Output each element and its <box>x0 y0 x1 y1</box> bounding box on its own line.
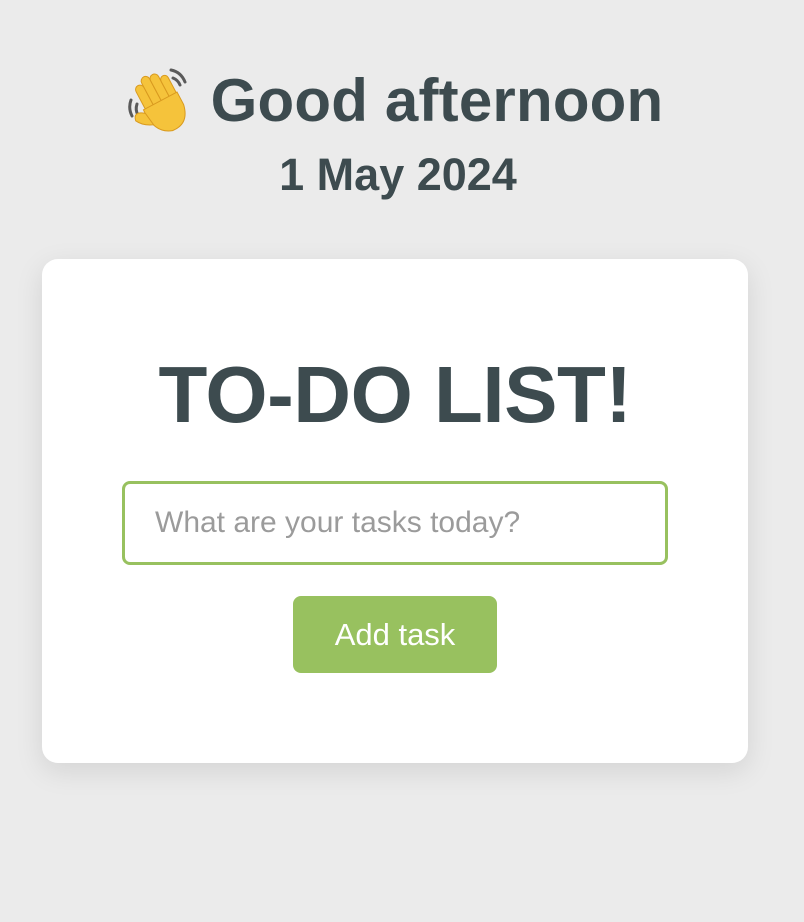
task-input[interactable] <box>122 481 668 565</box>
todo-card: TO-DO LIST! Add task <box>42 259 748 763</box>
greeting-line: Good afternoon <box>125 66 664 136</box>
current-date: 1 May 2024 <box>279 149 517 200</box>
add-task-button[interactable]: Add task <box>293 596 497 673</box>
waving-hand-icon <box>125 66 197 136</box>
todo-title: TO-DO LIST! <box>158 350 632 439</box>
greeting-header: Good afternoon 1 May 2024 <box>0 66 804 203</box>
greeting-text: Good afternoon <box>210 67 664 134</box>
